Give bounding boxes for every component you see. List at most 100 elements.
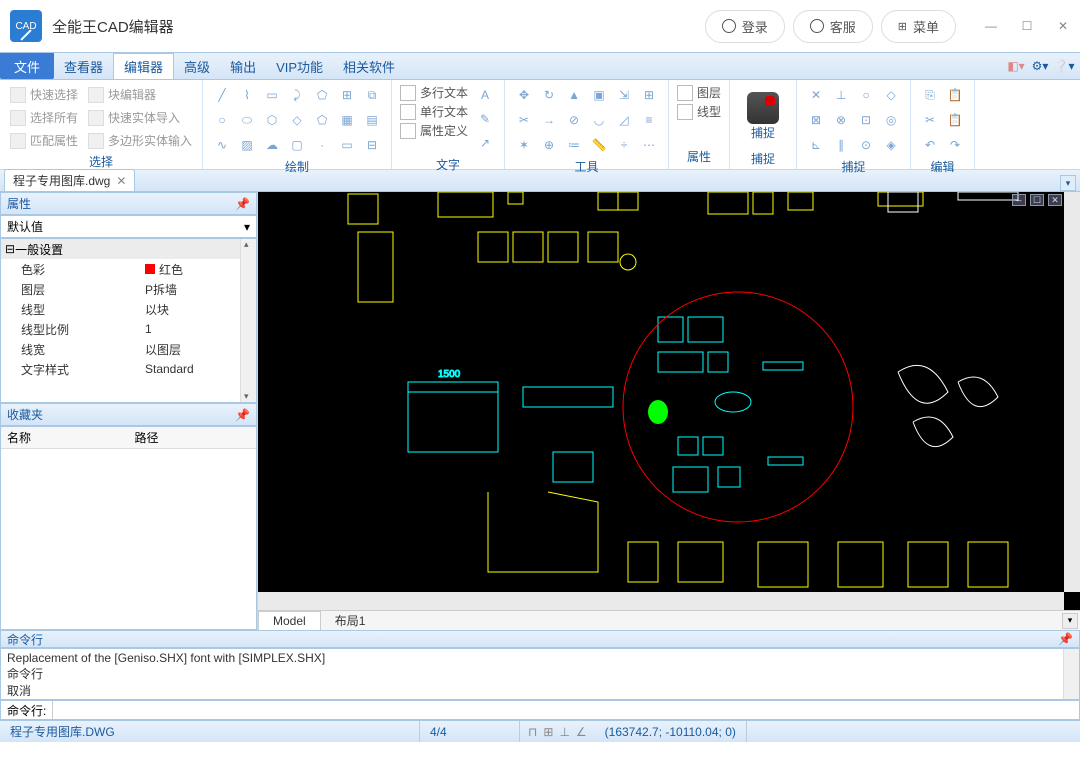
grid-toggle-icon[interactable]: ⊞: [543, 725, 553, 739]
close-tab-icon[interactable]: ✕: [116, 174, 126, 188]
fav-col-name[interactable]: 名称: [1, 427, 129, 448]
layout-tab[interactable]: 布局1: [321, 610, 380, 631]
command-input[interactable]: [52, 701, 1079, 719]
mtext-button[interactable]: 多行文本: [400, 84, 468, 101]
copy-tool[interactable]: ⧉: [361, 84, 383, 106]
insert-tool[interactable]: ⊞: [336, 84, 358, 106]
snap-quad[interactable]: ⊠: [805, 109, 827, 131]
spline-tool[interactable]: ∿: [211, 134, 233, 156]
pin-icon[interactable]: 📌: [1058, 632, 1073, 646]
polar-toggle-icon[interactable]: ∠: [576, 725, 587, 739]
tab-editor[interactable]: 编辑器: [113, 53, 174, 79]
prop-row-color[interactable]: 色彩红色: [1, 259, 256, 279]
command-scrollbar[interactable]: [1063, 649, 1079, 699]
canvas-max[interactable]: ☐: [1030, 194, 1044, 206]
canvas-min[interactable]: –: [1012, 194, 1026, 206]
hatch-tool[interactable]: ▤: [361, 109, 383, 131]
divide-tool[interactable]: ÷: [613, 134, 635, 156]
undo-button[interactable]: ↶: [919, 134, 941, 156]
snap-perp[interactable]: ⊾: [805, 134, 827, 156]
ellipse-tool[interactable]: ⬭: [236, 109, 258, 131]
help-icon[interactable]: ❔▾: [1056, 58, 1072, 74]
snap-tan[interactable]: ∥: [830, 134, 852, 156]
hatch2-tool[interactable]: ▨: [236, 134, 258, 156]
properties-scrollbar[interactable]: [240, 239, 256, 402]
window-tool[interactable]: ▦: [336, 109, 358, 131]
tab-advanced[interactable]: 高级: [174, 53, 220, 79]
misc-tool[interactable]: ⋯: [638, 134, 660, 156]
tab-output[interactable]: 输出: [220, 53, 266, 79]
canvas-scrollbar-vertical[interactable]: [1064, 192, 1080, 592]
mirror-tool[interactable]: ▲: [563, 84, 585, 106]
drawing-canvas[interactable]: 1500: [258, 192, 1080, 610]
point-tool[interactable]: ·: [311, 134, 333, 156]
pin-icon[interactable]: 📌: [235, 197, 250, 211]
polyline-tool[interactable]: ⌇: [236, 84, 258, 106]
break-tool[interactable]: ⊘: [563, 109, 585, 131]
stext-button[interactable]: 单行文本: [400, 103, 468, 120]
array-tool[interactable]: ⊞: [638, 84, 660, 106]
properties-layer-combo[interactable]: 默认值▾: [0, 215, 257, 238]
prop-row-layer[interactable]: 图层P拆墙: [1, 279, 256, 299]
stretch-tool[interactable]: ⇲: [613, 84, 635, 106]
match-props-button[interactable]: 匹配属性: [8, 130, 80, 151]
quick-import-button[interactable]: 快速实体导入: [86, 107, 194, 128]
arc-tool[interactable]: ⤸: [286, 84, 308, 106]
extend-tool[interactable]: →: [538, 109, 560, 131]
linetype-button[interactable]: 线型: [677, 103, 721, 120]
offset-tool[interactable]: ≡: [638, 109, 660, 131]
doctabs-dropdown[interactable]: ▾: [1060, 175, 1076, 191]
prop-row-textstyle[interactable]: 文字样式Standard: [1, 359, 256, 379]
shape-tool[interactable]: ⬠: [311, 84, 333, 106]
canvas-close[interactable]: ✕: [1048, 194, 1062, 206]
square-tool[interactable]: ◇: [286, 109, 308, 131]
cut-button[interactable]: ✂: [919, 109, 941, 131]
snap-int[interactable]: ⊗: [830, 109, 852, 131]
wipeout-tool[interactable]: ▢: [286, 134, 308, 156]
document-tab[interactable]: 程子专用图库.dwg ✕: [4, 169, 135, 191]
redo-button[interactable]: ↷: [944, 134, 966, 156]
attdef-button[interactable]: 属性定义: [400, 122, 468, 139]
snap-toggle-icon[interactable]: ⊓: [528, 725, 537, 739]
layer-button[interactable]: 图层: [677, 84, 721, 101]
tab-viewer[interactable]: 查看器: [54, 53, 113, 79]
snap-cen[interactable]: ○: [855, 84, 877, 106]
dim-tool[interactable]: ⊟: [361, 134, 383, 156]
chamfer-tool[interactable]: ◿: [613, 109, 635, 131]
text-tool-2[interactable]: ✎: [474, 108, 496, 130]
pin-icon[interactable]: 📌: [235, 408, 250, 422]
copy-button[interactable]: ⎘: [919, 84, 941, 106]
tab-related[interactable]: 相关软件: [333, 53, 405, 79]
snap-ext[interactable]: ⊡: [855, 109, 877, 131]
text-tool-1[interactable]: A: [474, 84, 496, 106]
minimize-button[interactable]: —: [984, 19, 998, 33]
cloud-tool[interactable]: ☁: [261, 134, 283, 156]
capture-button[interactable]: 捕捉: [738, 84, 788, 148]
block-editor-button[interactable]: 块编辑器: [86, 84, 194, 105]
join-tool[interactable]: ⊕: [538, 134, 560, 156]
snap-node[interactable]: ◇: [880, 84, 902, 106]
settings-dropdown-icon[interactable]: ⚙▾: [1032, 58, 1048, 74]
align-tool[interactable]: ≔: [563, 134, 585, 156]
select-all-button[interactable]: 选择所有: [8, 107, 80, 128]
fav-col-path[interactable]: 路径: [129, 427, 257, 448]
command-panel-header[interactable]: 命令行 📌: [0, 630, 1080, 648]
prop-row-linetype[interactable]: 线型以块: [1, 299, 256, 319]
snap-near[interactable]: ⊙: [855, 134, 877, 156]
fillet-tool[interactable]: ◡: [588, 109, 610, 131]
snap-mid[interactable]: ⊥: [830, 84, 852, 106]
snap-end[interactable]: ✕: [805, 84, 827, 106]
file-menu[interactable]: 文件: [0, 53, 54, 79]
text-tool-3[interactable]: ↗: [474, 132, 496, 154]
tab-vip[interactable]: VIP功能: [266, 53, 333, 79]
paste-button[interactable]: 📋: [944, 84, 966, 106]
prop-row-lineweight[interactable]: 线宽以图层: [1, 339, 256, 359]
circle-tool[interactable]: ○: [211, 109, 233, 131]
snap-ins[interactable]: ◎: [880, 109, 902, 131]
poly-import-button[interactable]: 多边形实体输入: [86, 130, 194, 151]
properties-panel-header[interactable]: 属性 📌: [0, 192, 257, 215]
trim-tool[interactable]: ✂: [513, 109, 535, 131]
canvas-scrollbar-horizontal[interactable]: [258, 592, 1064, 610]
close-button[interactable]: ✕: [1056, 19, 1070, 33]
rect-tool[interactable]: ▭: [261, 84, 283, 106]
